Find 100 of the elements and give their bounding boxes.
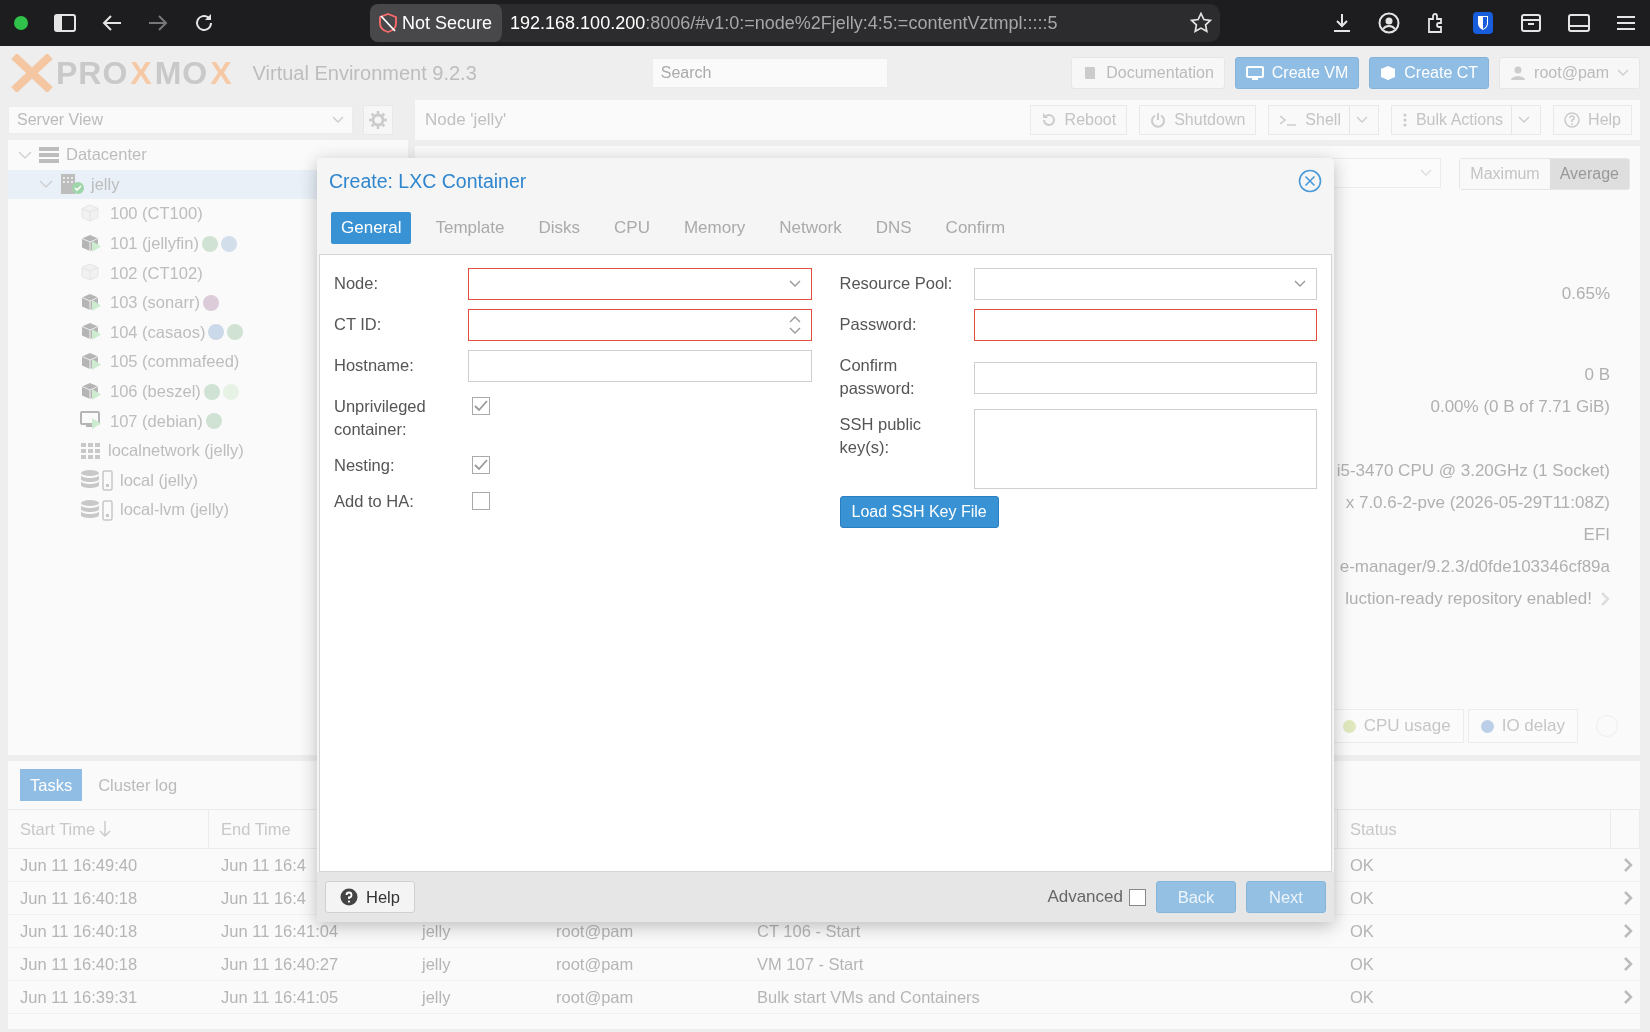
view-select[interactable]: Server View [8, 106, 353, 134]
checkbox[interactable] [472, 397, 490, 415]
text-field[interactable] [468, 350, 812, 382]
chevron-down-icon [18, 149, 32, 160]
field-label: Password: [839, 314, 918, 335]
panel-tab[interactable]: Tasks [20, 769, 83, 801]
server-rack-icon [38, 145, 60, 164]
caret-icon [1355, 116, 1368, 124]
checkmark-icon [474, 459, 488, 471]
wizard-tab[interactable]: Template [425, 212, 515, 244]
checkbox[interactable] [472, 492, 490, 510]
help-button[interactable]: Help [325, 881, 415, 913]
account-icon [1378, 12, 1400, 34]
chevron-right-icon [1623, 857, 1633, 873]
table-cell-text: Jun 11 16:4 [221, 887, 306, 909]
table-cell-text: Jun 11 16:41:05 [221, 986, 339, 1008]
caret-icon [1294, 280, 1306, 288]
star-icon [1190, 12, 1212, 34]
wizard-tab[interactable]: Confirm [935, 212, 1016, 244]
caret-icon [1617, 69, 1629, 77]
chevron-right-icon [1623, 890, 1633, 906]
wizard-tab[interactable]: Network [769, 212, 852, 244]
header-button[interactable]: root@pam [1499, 57, 1640, 89]
back-button[interactable]: Back [1156, 881, 1236, 913]
logo-letters[interactable]: X [210, 54, 233, 92]
advanced-label: Advanced [1047, 887, 1123, 907]
text-field[interactable] [973, 362, 1317, 394]
settings-button[interactable] [363, 105, 393, 135]
checkbox[interactable] [1129, 888, 1146, 906]
header-button[interactable]: Create CT [1369, 57, 1490, 89]
status-value: i5-3470 CPU @ 3.20GHz (1 Socket) [1336, 460, 1610, 482]
table-cell-text: jelly [422, 920, 451, 942]
table-cell-text: Jun 11 16:39:31 [20, 986, 138, 1008]
caret-icon [332, 116, 344, 124]
container-running-icon [80, 350, 104, 373]
wizard-tab[interactable]: Disks [528, 212, 591, 244]
reload-icon [194, 13, 214, 33]
header-button[interactable]: Create VM [1234, 57, 1360, 89]
close-button[interactable] [1298, 169, 1322, 193]
field-label: Confirm password: [839, 355, 916, 399]
table-cell-text: Jun 11 16:40:18 [20, 953, 138, 975]
checkbox[interactable] [472, 456, 490, 474]
table-cell-text: root@pam [556, 953, 634, 975]
table-cell-text: Jun 11 16:41:04 [221, 920, 339, 942]
textarea-field[interactable] [973, 409, 1317, 489]
wizard-tab[interactable]: General [331, 212, 412, 244]
help-icon [340, 888, 358, 906]
sort-down-icon [99, 820, 112, 838]
cube-icon [1380, 65, 1397, 81]
spinner-icon [788, 315, 801, 335]
storage-icon [80, 469, 114, 492]
window-dot[interactable] [14, 16, 28, 30]
wizard-tab[interactable]: Memory [673, 212, 756, 244]
download-icon [1332, 13, 1352, 33]
field-label: Unprivileged container: [334, 396, 427, 440]
table-cell-text: Jun 11 16:4 [221, 854, 306, 876]
security-badge[interactable]: Not Secure [370, 4, 503, 42]
table-cell-text: Jun 11 16:40:18 [20, 920, 138, 942]
monitor-icon [1245, 65, 1264, 81]
table-cell-text: OK [1350, 854, 1374, 876]
status-value: x 7.0.6-2-pve (2026-05-29T11:08Z) [1345, 492, 1610, 514]
address-bar[interactable]: Not Secure 192.168.100.200:8006/#v1:0:=node%2Fjelly:4:5:=contentVztmpl:::::5 [370, 4, 1220, 42]
container-running-icon [80, 380, 104, 403]
status-value: e-manager/9.2.3/d0fde103346cf89a [1339, 556, 1610, 578]
select-field[interactable] [973, 268, 1317, 300]
number-field[interactable] [468, 309, 812, 341]
kebab-icon [1401, 112, 1408, 128]
table-cell-text: OK [1350, 887, 1374, 909]
table-cell-text: Jun 11 16:40:27 [221, 953, 339, 975]
network-grid-icon [80, 441, 102, 460]
table-cell-text: Jun 11 16:40:18 [20, 887, 138, 909]
back-icon [102, 14, 122, 32]
select-field[interactable] [468, 268, 812, 300]
table-cell-text: VM 107 - Start [757, 953, 864, 975]
next-button[interactable]: Next [1246, 881, 1326, 913]
reboot-icon [1040, 112, 1057, 128]
status-value: EFI [1583, 524, 1610, 546]
field-label: Resource Pool: [839, 273, 954, 294]
text-field[interactable] [973, 309, 1317, 341]
table-cell-text: Bulk start VMs and Containers [757, 986, 980, 1008]
wizard-tab[interactable]: CPU [604, 212, 660, 244]
menu-icon [1616, 15, 1636, 31]
search-field[interactable]: Search [651, 58, 888, 88]
load-key-button[interactable]: Load SSH Key File [839, 496, 999, 528]
storage-icon [80, 498, 114, 521]
chevron-right-icon [1600, 591, 1610, 607]
shield-slash-icon [378, 13, 398, 33]
field-label: Add to HA: [334, 491, 415, 512]
panel-tab[interactable]: Cluster log [88, 769, 188, 801]
segment-button[interactable]: Average [1549, 159, 1629, 189]
header-button[interactable]: Documentation [1071, 57, 1225, 89]
status-value: 0.00% (0 B of 7.71 GiB) [1430, 396, 1610, 418]
user-icon [1510, 65, 1527, 81]
table-cell-text: jelly [422, 953, 451, 975]
wizard-tab[interactable]: DNS [865, 212, 922, 244]
url-host: 192.168.100.200 [510, 12, 646, 34]
logo-letters[interactable]: X [130, 54, 153, 92]
panel-title: Node 'jelly' [425, 110, 507, 130]
tree-item[interactable]: Datacenter [8, 140, 408, 170]
caret-icon [788, 280, 801, 288]
